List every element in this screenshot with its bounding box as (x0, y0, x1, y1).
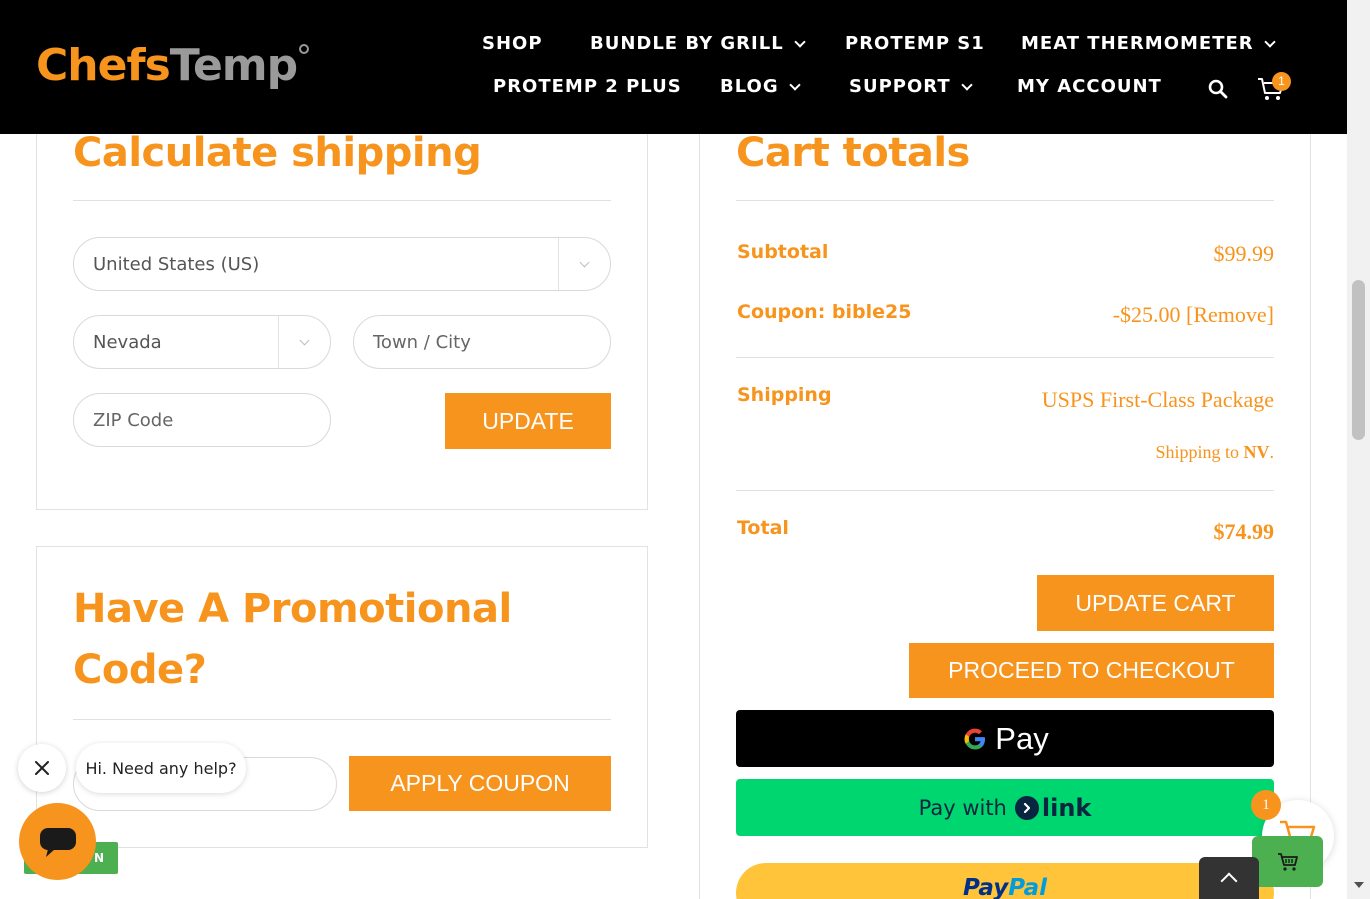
chevron-down-icon (788, 78, 801, 91)
subtotal-value: $99.99 (1213, 241, 1275, 266)
link-pay-label: Pay with (918, 795, 1007, 820)
chat-greeting-bubble[interactable]: Hi. Need any help? (76, 743, 246, 793)
shipping-to-text: Shipping to (1155, 442, 1244, 462)
paypal-button[interactable]: PayPal (736, 863, 1274, 899)
logo-text-temp: Temp (169, 40, 298, 91)
floating-cart-count: 1 (1251, 790, 1281, 820)
remove-coupon-link[interactable]: [Remove] (1186, 302, 1274, 327)
chevron-up-icon (1220, 872, 1238, 890)
logo-text-chefs: Chefs (36, 40, 171, 91)
paypal-logo: PayPal (963, 875, 1047, 899)
divider (736, 490, 1274, 491)
arrow-right-icon (1014, 795, 1039, 820)
divider (736, 200, 1274, 201)
nav-label: SUPPORT (849, 76, 951, 97)
coupon-value: -$25.00 (1112, 302, 1181, 327)
nav-label: PROTEMP 2 PLUS (493, 76, 682, 97)
scroll-to-top-button[interactable] (1199, 857, 1259, 899)
divider (73, 719, 611, 720)
cart-count-badge: 1 (1272, 72, 1291, 91)
update-cart-button[interactable]: UPDATE CART (1037, 575, 1274, 631)
nav-meat-thermometer[interactable]: MEAT THERMOMETER (1021, 33, 1276, 54)
apply-coupon-button[interactable]: APPLY COUPON (349, 756, 611, 811)
promo-heading-line1: Have A Promotional (73, 586, 512, 632)
close-chat-button[interactable] (18, 744, 66, 792)
total-value: $74.99 (1213, 519, 1275, 544)
shipping-method: USPS First-Class Package (1041, 387, 1274, 412)
pay-with-link-button[interactable]: Pay with link (736, 779, 1274, 836)
state-value: Nevada (93, 331, 162, 353)
chevron-down-icon (1263, 35, 1276, 48)
search-icon[interactable] (1208, 79, 1228, 99)
country-value: United States (US) (93, 253, 260, 275)
promo-heading-line2: Code? (73, 647, 207, 693)
scrollbar-thumb[interactable] (1352, 280, 1365, 440)
nav-protemp-2-plus[interactable]: PROTEMP 2 PLUS (493, 76, 682, 97)
coupon-discount: -$25.00 [Remove] (1113, 302, 1274, 328)
shipping-destination: Shipping to NV. (1155, 442, 1274, 463)
close-icon (35, 761, 49, 775)
nav-protemp-s1[interactable]: PROTEMP S1 (845, 33, 985, 54)
nav-label: MY ACCOUNT (1017, 76, 1162, 97)
country-select[interactable]: United States (US) (73, 237, 611, 291)
gpay-label: Pay (995, 720, 1049, 756)
paypal-text-pay: Pay (963, 875, 1009, 899)
nav-blog[interactable]: BLOG (720, 76, 801, 97)
coupon-label: Coupon: bible25 (737, 301, 912, 323)
chevron-down-icon (794, 35, 806, 48)
zip-field[interactable] (73, 393, 331, 447)
page-scrollbar[interactable] (1347, 0, 1370, 899)
chevron-down-icon (278, 316, 330, 368)
paypal-text-pal: Pal (1008, 875, 1047, 899)
nav-support[interactable]: SUPPORT (849, 76, 973, 97)
divider (736, 357, 1274, 358)
cart-icon (1277, 852, 1298, 871)
chefstemp-logo[interactable]: ChefsTemp (36, 40, 310, 91)
link-logo: link (1014, 793, 1092, 822)
subtotal-label: Subtotal (737, 241, 829, 263)
proceed-to-checkout-button[interactable]: PROCEED TO CHECKOUT (909, 643, 1274, 698)
nav-label: BUNDLE BY GRILL (590, 33, 784, 54)
city-input[interactable] (373, 331, 610, 353)
shipping-state: NV (1243, 442, 1270, 462)
chevron-down-icon (960, 78, 973, 91)
link-label: link (1041, 793, 1092, 822)
shipping-label: Shipping (737, 384, 832, 406)
google-pay-button[interactable]: Pay (736, 710, 1274, 767)
chat-launcher-button[interactable] (19, 803, 96, 880)
scroll-down-arrow-icon[interactable] (1354, 882, 1364, 888)
nav-shop[interactable]: SHOP (482, 33, 543, 54)
update-shipping-button[interactable]: UPDATE (445, 393, 611, 449)
nav-label: SHOP (482, 33, 543, 54)
chat-icon (39, 827, 76, 857)
shipping-to-suffix: . (1269, 442, 1275, 462)
registered-mark (299, 44, 310, 54)
divider (73, 200, 611, 201)
nav-my-account[interactable]: MY ACCOUNT (1017, 76, 1162, 97)
nav-label: BLOG (720, 76, 779, 97)
nav-bundle-by-grill[interactable]: BUNDLE BY GRILL (590, 33, 806, 54)
chevron-down-icon (558, 238, 610, 290)
nav-label: PROTEMP S1 (845, 33, 985, 54)
state-select[interactable]: Nevada (73, 315, 331, 369)
city-field[interactable] (353, 315, 611, 369)
nav-label: MEAT THERMOMETER (1021, 33, 1254, 54)
zip-input[interactable] (93, 409, 330, 431)
floating-cart-button[interactable] (1252, 836, 1323, 887)
site-header: ChefsTemp SHOP BUNDLE BY GRILL PROTEMP S… (0, 0, 1347, 134)
total-label: Total (737, 517, 789, 539)
google-g-icon (964, 728, 986, 749)
